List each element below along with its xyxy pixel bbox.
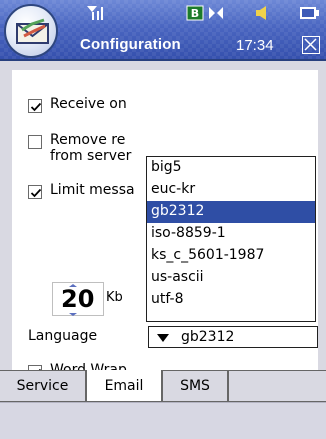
signal-icon[interactable] bbox=[86, 4, 104, 22]
envelope-icon bbox=[16, 18, 49, 44]
battery-icon[interactable] bbox=[298, 4, 320, 22]
title-bar: B Configuration 17:34 bbox=[0, 0, 326, 61]
language-option-us-ascii[interactable]: us-ascii bbox=[147, 267, 315, 289]
limit-message-checkbox[interactable] bbox=[28, 185, 42, 199]
language-option-iso-8859-1[interactable]: iso-8859-1 bbox=[147, 223, 315, 245]
remove-from-server-checkbox[interactable] bbox=[28, 135, 42, 149]
tab-email[interactable]: Email bbox=[86, 370, 162, 402]
check-icon bbox=[30, 102, 42, 112]
screen: B Configuration 17:34 Receive on Remove … bbox=[0, 0, 326, 439]
close-button[interactable] bbox=[302, 36, 320, 54]
receive-on-label: Receive on bbox=[50, 96, 127, 112]
config-panel: Receive on Remove re from server Limit m… bbox=[12, 70, 318, 379]
language-dropdown-list[interactable]: big5 euc-kr gb2312 iso-8859-1 ks_c_5601-… bbox=[146, 156, 316, 322]
chevron-down-icon bbox=[157, 334, 169, 342]
language-option-gb2312[interactable]: gb2312 bbox=[147, 201, 315, 223]
close-icon bbox=[304, 38, 317, 51]
start-button[interactable] bbox=[4, 4, 58, 58]
connection-arrows-icon[interactable] bbox=[207, 4, 225, 22]
speaker-icon[interactable] bbox=[254, 4, 272, 22]
language-option-ks-c-5601-1987[interactable]: ks_c_5601-1987 bbox=[147, 245, 315, 267]
language-option-big5[interactable]: big5 bbox=[147, 157, 315, 179]
tab-sms[interactable]: SMS bbox=[162, 370, 228, 402]
language-option-utf-8[interactable]: utf-8 bbox=[147, 289, 315, 311]
clock[interactable]: 17:34 bbox=[236, 37, 274, 54]
check-icon bbox=[30, 188, 42, 198]
tab-bar: Service Email SMS bbox=[0, 370, 326, 402]
limit-message-row[interactable]: Limit messa bbox=[28, 182, 148, 202]
remove-label-line2: from server bbox=[50, 148, 132, 164]
bottom-bar bbox=[0, 402, 326, 439]
limit-message-label: Limit messa bbox=[50, 182, 135, 198]
remove-from-server-row[interactable]: Remove re from server bbox=[28, 132, 148, 168]
language-option-euc-kr[interactable]: euc-kr bbox=[147, 179, 315, 201]
size-unit-label: Kb bbox=[106, 290, 123, 305]
receive-on-row[interactable]: Receive on bbox=[28, 96, 148, 116]
receive-on-checkbox[interactable] bbox=[28, 99, 42, 113]
tab-service[interactable]: Service bbox=[0, 370, 86, 402]
size-spinner[interactable]: 20 bbox=[52, 282, 104, 316]
svg-text:B: B bbox=[191, 7, 199, 20]
language-selected-value: gb2312 bbox=[181, 329, 235, 345]
size-value: 20 bbox=[61, 285, 95, 313]
window-title: Configuration bbox=[80, 36, 181, 53]
language-select[interactable]: gb2312 bbox=[148, 326, 318, 348]
language-label: Language bbox=[28, 328, 98, 344]
b-badge-icon[interactable]: B bbox=[186, 4, 204, 22]
tab-empty bbox=[228, 370, 326, 402]
remove-label-line1: Remove re bbox=[50, 132, 126, 148]
